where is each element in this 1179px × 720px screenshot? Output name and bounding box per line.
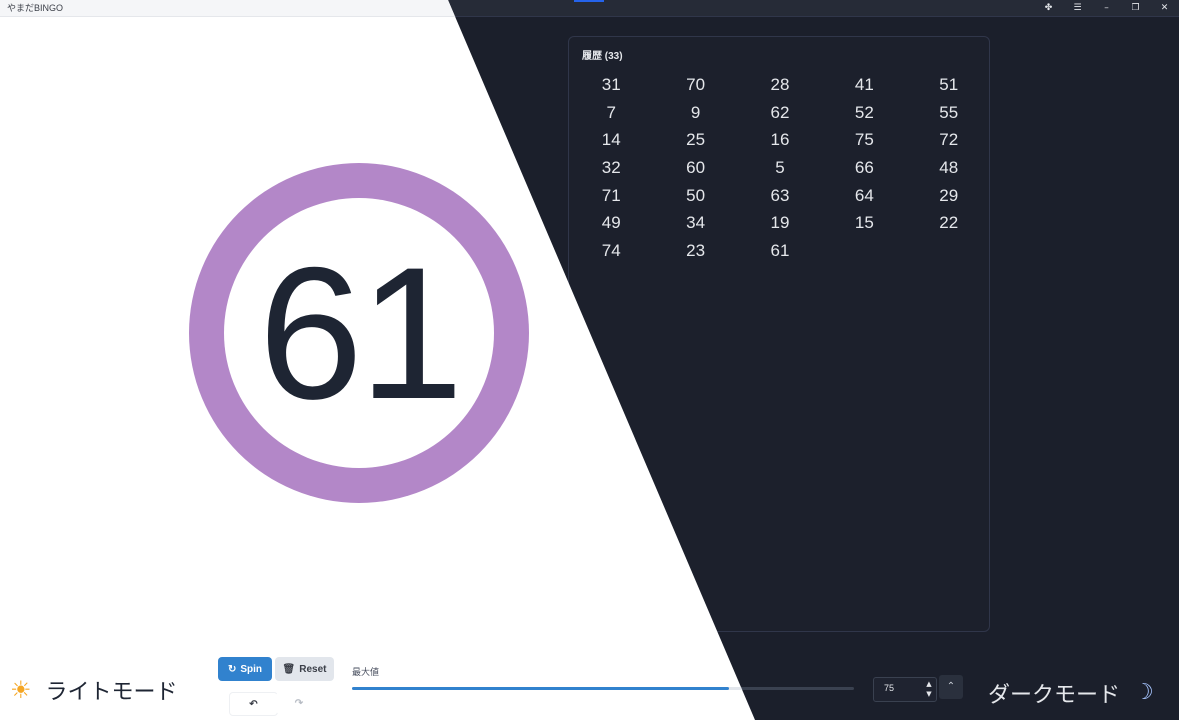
extensions-icon[interactable]: ✤ xyxy=(1034,0,1063,16)
refresh-icon: ↻ xyxy=(227,663,237,675)
history-number: 55 xyxy=(939,102,959,122)
restore-button[interactable]: ❐ xyxy=(1121,0,1150,16)
history-number: 22 xyxy=(939,213,959,233)
redo-button[interactable]: ↷ xyxy=(276,692,322,714)
max-value-label: 最大値 xyxy=(352,667,380,677)
stepper-up-icon[interactable]: ▲ xyxy=(924,679,934,689)
window-controls: ✤ ☰ – ❐ ✕ xyxy=(1034,0,1179,16)
tab-indicator xyxy=(574,0,604,2)
moon-icon: ☽ xyxy=(1134,680,1154,705)
spin-label: Spin xyxy=(240,663,263,675)
current-number: 61 xyxy=(258,228,463,438)
history-number: 48 xyxy=(939,158,959,178)
history-number: 25 xyxy=(686,130,706,150)
history-number: 50 xyxy=(686,185,706,205)
bingo-ball-face: 61 xyxy=(224,198,494,468)
history-number: 75 xyxy=(854,130,874,150)
undo-icon: ↶ xyxy=(249,698,258,710)
history-number: 23 xyxy=(686,241,706,261)
history-number: 31 xyxy=(601,75,621,94)
reset-label: Reset xyxy=(299,663,327,675)
trash-icon: 🗑 xyxy=(282,663,296,675)
history-number: 28 xyxy=(770,75,790,94)
spin-button[interactable]: ↻ Spin xyxy=(218,657,272,681)
history-number: 74 xyxy=(601,241,621,261)
history-number: 52 xyxy=(854,102,874,122)
history-number: 60 xyxy=(686,158,706,178)
history-number: 72 xyxy=(939,130,959,150)
sun-icon: ☀ xyxy=(10,676,32,704)
history-number: 15 xyxy=(854,213,874,233)
history-number: 29 xyxy=(939,185,959,205)
history-number: 66 xyxy=(854,158,874,178)
history-number: 70 xyxy=(686,75,706,94)
history-number: 16 xyxy=(770,130,790,150)
dark-mode-label: ダークモード xyxy=(988,683,1121,708)
number-stepper[interactable]: ▲ ▼ xyxy=(924,679,934,699)
app-title: やまだBINGO xyxy=(7,3,64,13)
history-number: 7 xyxy=(606,102,616,122)
history-grid: 31 70 28 41 51 7 9 62 52 55 14 25 16 75 72 32 60 5 66 48 71 5… xyxy=(569,71,989,265)
history-number: 62 xyxy=(770,102,790,122)
undo-button[interactable]: ↶ xyxy=(229,692,278,716)
reset-button[interactable]: 🗑 Reset xyxy=(275,657,334,681)
history-number: 61 xyxy=(770,241,790,261)
history-number: 5 xyxy=(775,158,785,178)
stepper-down-icon[interactable]: ▼ xyxy=(924,689,934,699)
history-number: 34 xyxy=(686,213,706,233)
history-number: 41 xyxy=(854,75,874,94)
redo-icon: ↷ xyxy=(294,697,304,709)
light-mode-label: ライトモード xyxy=(45,680,178,705)
history-number: 9 xyxy=(690,102,701,122)
history-heading: 履歴 (33) xyxy=(582,51,623,62)
history-number: 64 xyxy=(854,185,874,205)
history-number: 49 xyxy=(601,213,621,233)
history-number: 14 xyxy=(601,130,621,150)
history-number: 32 xyxy=(601,158,621,178)
history-number: 71 xyxy=(601,185,621,205)
light-mode-caption: ☀ ライトモード xyxy=(10,674,178,706)
dark-mode-caption: ダークモード ☽ xyxy=(988,677,1154,709)
collapse-button[interactable]: ⌃ xyxy=(939,675,963,699)
bingo-ball: 61 xyxy=(189,163,529,503)
close-button[interactable]: ✕ xyxy=(1150,0,1179,16)
max-number-value: 75 xyxy=(884,683,895,693)
max-number-input[interactable]: 75 ▲ ▼ xyxy=(873,677,937,702)
history-number: 19 xyxy=(770,213,790,233)
max-slider-fill-light xyxy=(352,687,729,690)
minimize-button[interactable]: – xyxy=(1092,0,1121,16)
history-number: 51 xyxy=(939,75,959,94)
history-number: 63 xyxy=(770,185,790,205)
menu-icon[interactable]: ☰ xyxy=(1063,0,1092,16)
